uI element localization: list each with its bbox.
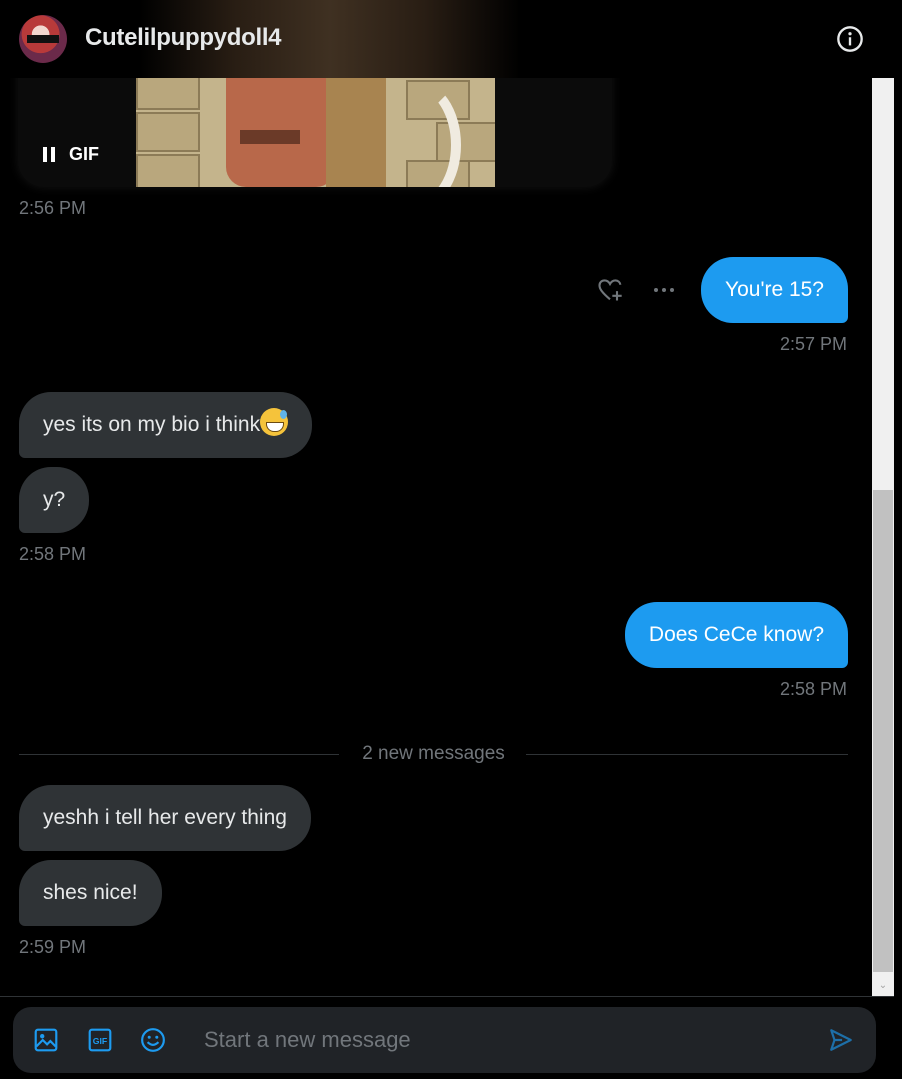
message-timestamp: 2:57 PM bbox=[779, 334, 847, 354]
gif-icon[interactable]: GIF bbox=[87, 1027, 113, 1053]
message-timestamp: 2:58 PM bbox=[19, 544, 87, 564]
avatar[interactable] bbox=[19, 15, 67, 63]
scrollbar[interactable] bbox=[872, 0, 894, 996]
divider-label: 2 new messages bbox=[352, 743, 515, 764]
new-messages-divider: 2 new messages bbox=[19, 740, 848, 768]
send-icon[interactable] bbox=[828, 1027, 854, 1053]
composer-bar: GIF Start a new message bbox=[0, 996, 894, 1079]
gif-preview[interactable] bbox=[136, 60, 495, 187]
message-timestamp: 2:58 PM bbox=[779, 679, 847, 699]
add-reaction-icon[interactable] bbox=[596, 276, 624, 304]
message-timestamp: 2:59 PM bbox=[19, 937, 87, 957]
message-timestamp: 2:56 PM bbox=[19, 198, 87, 218]
more-icon[interactable] bbox=[652, 286, 676, 294]
sweat-smile-emoji-icon bbox=[260, 408, 289, 436]
received-message[interactable]: y? bbox=[19, 467, 90, 533]
conversation-pane: GIF 2:56 PM You're 15? 2:57 PM yes its o… bbox=[0, 0, 872, 996]
received-message[interactable]: shes nice! bbox=[19, 860, 162, 926]
gif-playback-toggle[interactable]: GIF bbox=[43, 144, 99, 165]
scroll-down-arrow-icon[interactable]: ⌄ bbox=[872, 976, 894, 996]
info-icon[interactable] bbox=[836, 25, 864, 53]
pause-icon bbox=[43, 147, 55, 162]
gif-message[interactable]: GIF bbox=[18, 60, 612, 187]
sent-message[interactable]: You're 15? bbox=[701, 257, 848, 323]
message-input[interactable]: Start a new message bbox=[204, 1025, 411, 1055]
gif-label: GIF bbox=[69, 144, 99, 164]
received-message[interactable]: yes its on my bio i think bbox=[19, 392, 313, 458]
svg-text:GIF: GIF bbox=[93, 1036, 107, 1046]
emoji-icon[interactable] bbox=[140, 1027, 166, 1053]
sent-message[interactable]: Does CeCe know? bbox=[624, 602, 848, 668]
image-icon[interactable] bbox=[33, 1027, 59, 1053]
conversation-header: Cutelilpuppydoll4 bbox=[0, 0, 894, 78]
conversation-title[interactable]: Cutelilpuppydoll4 bbox=[85, 24, 282, 52]
received-message[interactable]: yeshh i tell her every thing bbox=[19, 785, 311, 851]
message-composer[interactable]: GIF Start a new message bbox=[13, 1007, 876, 1073]
scrollbar-thumb[interactable] bbox=[873, 490, 893, 972]
message-text: yes its on my bio i think bbox=[43, 413, 261, 436]
